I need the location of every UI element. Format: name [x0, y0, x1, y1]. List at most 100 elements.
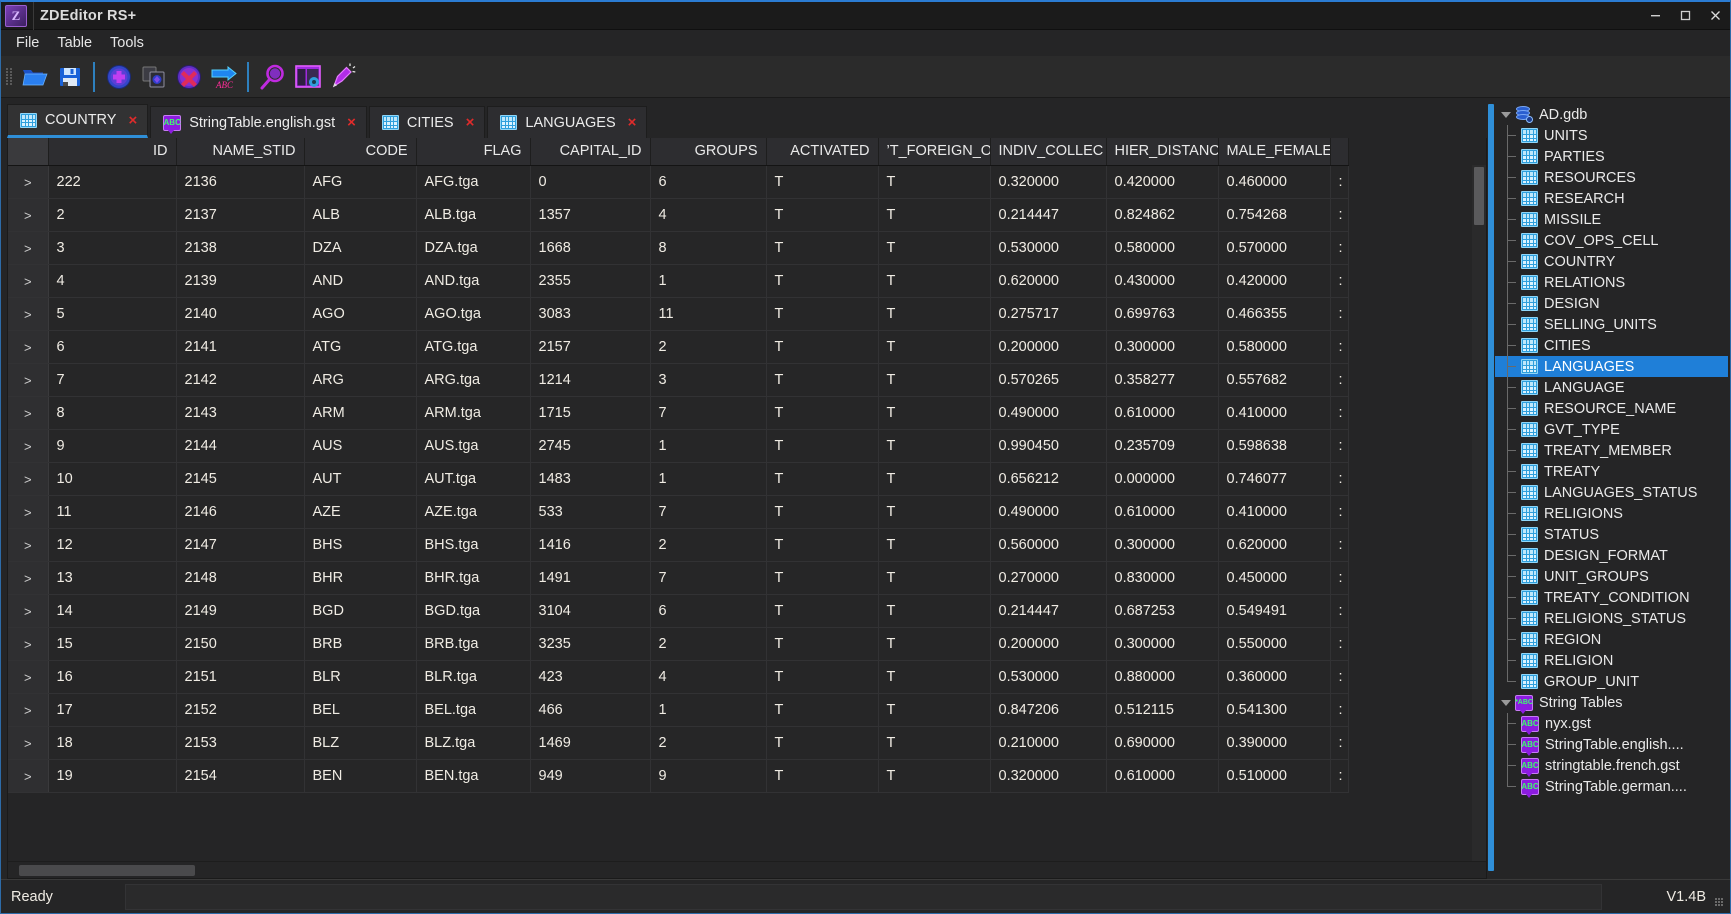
cell-indiv_collec[interactable]: 0.200000	[990, 330, 1107, 364]
cell-foreign[interactable]: T	[878, 726, 991, 760]
table-row[interactable]: >222 2136 AFG AFG.tga 0 6 T T 0.320000 0.420000 0.…	[8, 165, 1349, 199]
table-row[interactable]: >13 2148 BHR BHR.tga 1491 7 T T 0.270000 0.830000…	[8, 561, 1349, 595]
search-button[interactable]	[256, 60, 289, 94]
cell-hier_distance[interactable]: 0.300000	[1106, 528, 1219, 562]
cell-code[interactable]: ARG	[304, 363, 417, 397]
cell-id[interactable]: 16	[48, 660, 177, 694]
tree-item-stringtable-0[interactable]: ABC nyx.gst	[1495, 713, 1728, 735]
cell-foreign[interactable]: T	[878, 693, 991, 727]
cell-capital_id[interactable]: 1483	[530, 462, 651, 496]
cell-hier_distance[interactable]: 0.358277	[1106, 363, 1219, 397]
grid-vertical-scrollbar[interactable]	[1472, 165, 1486, 878]
tab-close-icon[interactable]: ×	[462, 115, 479, 130]
cell-flag[interactable]: AFG.tga	[416, 165, 531, 199]
cell-flag[interactable]: ARM.tga	[416, 396, 531, 430]
cell-capital_id[interactable]: 2745	[530, 429, 651, 463]
cell-hier_distance[interactable]: 0.830000	[1106, 561, 1219, 595]
tree-item-resources[interactable]: RESOURCES	[1495, 167, 1728, 188]
cell-activated[interactable]: T	[766, 462, 879, 496]
table-row[interactable]: >11 2146 AZE AZE.tga 533 7 T T 0.490000 0.610000 0…	[8, 495, 1349, 529]
cell-groups[interactable]: 3	[650, 363, 767, 397]
table-row[interactable]: >5 2140 AGO AGO.tga 3083 11 T T 0.275717 0.699763…	[8, 297, 1349, 331]
cell-groups[interactable]: 6	[650, 165, 767, 199]
cell-foreign[interactable]: T	[878, 528, 991, 562]
cell-groups[interactable]: 4	[650, 198, 767, 232]
row-selector[interactable]: >	[8, 627, 49, 661]
cell-groups[interactable]: 1	[650, 264, 767, 298]
cell-flag[interactable]: DZA.tga	[416, 231, 531, 265]
cell-code[interactable]: BLZ	[304, 726, 417, 760]
tab-close-icon[interactable]: ×	[624, 115, 641, 130]
cell-overflow[interactable]: :	[1330, 561, 1349, 595]
grid-horizontal-scrollbar[interactable]	[8, 861, 1486, 878]
tree-item-religions[interactable]: RELIGIONS	[1495, 503, 1728, 524]
cell-indiv_collec[interactable]: 0.320000	[990, 165, 1107, 199]
cell-overflow[interactable]: :	[1330, 693, 1349, 727]
cell-activated[interactable]: T	[766, 198, 879, 232]
cell-id[interactable]: 15	[48, 627, 177, 661]
cell-code[interactable]: ARM	[304, 396, 417, 430]
column-header-flag[interactable]: FLAG	[416, 138, 531, 166]
cell-capital_id[interactable]: 3104	[530, 594, 651, 628]
tree-item-country[interactable]: COUNTRY	[1495, 251, 1728, 272]
cell-foreign[interactable]: T	[878, 363, 991, 397]
cell-hier_distance[interactable]: 0.610000	[1106, 759, 1219, 793]
cell-code[interactable]: AUS	[304, 429, 417, 463]
cell-activated[interactable]: T	[766, 297, 879, 331]
cell-id[interactable]: 17	[48, 693, 177, 727]
column-header-code[interactable]: CODE	[304, 138, 417, 166]
cell-id[interactable]: 8	[48, 396, 177, 430]
tree-item-stringtable-3[interactable]: ABC StringTable.german....	[1495, 776, 1728, 798]
tree-item-language[interactable]: LANGUAGE	[1495, 377, 1728, 398]
cell-activated[interactable]: T	[766, 660, 879, 694]
row-selector[interactable]: >	[8, 231, 49, 265]
cell-overflow[interactable]: :	[1330, 462, 1349, 496]
cell-male_female[interactable]: 0.360000	[1218, 660, 1331, 694]
cell-capital_id[interactable]: 1469	[530, 726, 651, 760]
row-selector[interactable]: >	[8, 396, 49, 430]
table-row[interactable]: >8 2143 ARM ARM.tga 1715 7 T T 0.490000 0.610000 0…	[8, 396, 1349, 430]
cell-activated[interactable]: T	[766, 396, 879, 430]
cell-indiv_collec[interactable]: 0.560000	[990, 528, 1107, 562]
cell-overflow[interactable]: :	[1330, 627, 1349, 661]
cell-name_stid[interactable]: 2152	[176, 693, 305, 727]
tree-item-treaty_condition[interactable]: TREATY_CONDITION	[1495, 587, 1728, 608]
cell-flag[interactable]: BLZ.tga	[416, 726, 531, 760]
maximize-icon[interactable]	[1670, 2, 1700, 30]
cell-male_female[interactable]: 0.557682	[1218, 363, 1331, 397]
tree-item-gvt_type[interactable]: GVT_TYPE	[1495, 419, 1728, 440]
row-selector[interactable]: >	[8, 165, 49, 199]
cell-activated[interactable]: T	[766, 264, 879, 298]
scrollbar-thumb[interactable]	[1474, 167, 1484, 225]
cell-indiv_collec[interactable]: 0.847206	[990, 693, 1107, 727]
tree-item-design_format[interactable]: DESIGN_FORMAT	[1495, 545, 1728, 566]
column-header-activated[interactable]: ACTIVATED	[766, 138, 879, 166]
cell-foreign[interactable]: T	[878, 627, 991, 661]
cell-overflow[interactable]: :	[1330, 264, 1349, 298]
cell-code[interactable]: AZE	[304, 495, 417, 529]
cell-foreign[interactable]: T	[878, 198, 991, 232]
cell-id[interactable]: 9	[48, 429, 177, 463]
cell-overflow[interactable]: :	[1330, 726, 1349, 760]
cell-foreign[interactable]: T	[878, 396, 991, 430]
cell-name_stid[interactable]: 2136	[176, 165, 305, 199]
close-icon[interactable]	[1700, 2, 1730, 30]
table-row[interactable]: >9 2144 AUS AUS.tga 2745 1 T T 0.990450 0.235709 0…	[8, 429, 1349, 463]
cell-id[interactable]: 222	[48, 165, 177, 199]
cell-activated[interactable]: T	[766, 363, 879, 397]
cell-id[interactable]: 13	[48, 561, 177, 595]
cell-capital_id[interactable]: 3083	[530, 297, 651, 331]
cell-flag[interactable]: ATG.tga	[416, 330, 531, 364]
table-row[interactable]: >18 2153 BLZ BLZ.tga 1469 2 T T 0.210000 0.690000…	[8, 726, 1349, 760]
cell-name_stid[interactable]: 2139	[176, 264, 305, 298]
cell-flag[interactable]: ARG.tga	[416, 363, 531, 397]
cell-indiv_collec[interactable]: 0.214447	[990, 594, 1107, 628]
cell-flag[interactable]: BGD.tga	[416, 594, 531, 628]
cell-foreign[interactable]: T	[878, 297, 991, 331]
row-selector[interactable]: >	[8, 330, 49, 364]
cell-foreign[interactable]: T	[878, 231, 991, 265]
cell-flag[interactable]: BRB.tga	[416, 627, 531, 661]
cell-flag[interactable]: ALB.tga	[416, 198, 531, 232]
cell-male_female[interactable]: 0.754268	[1218, 198, 1331, 232]
cell-hier_distance[interactable]: 0.000000	[1106, 462, 1219, 496]
